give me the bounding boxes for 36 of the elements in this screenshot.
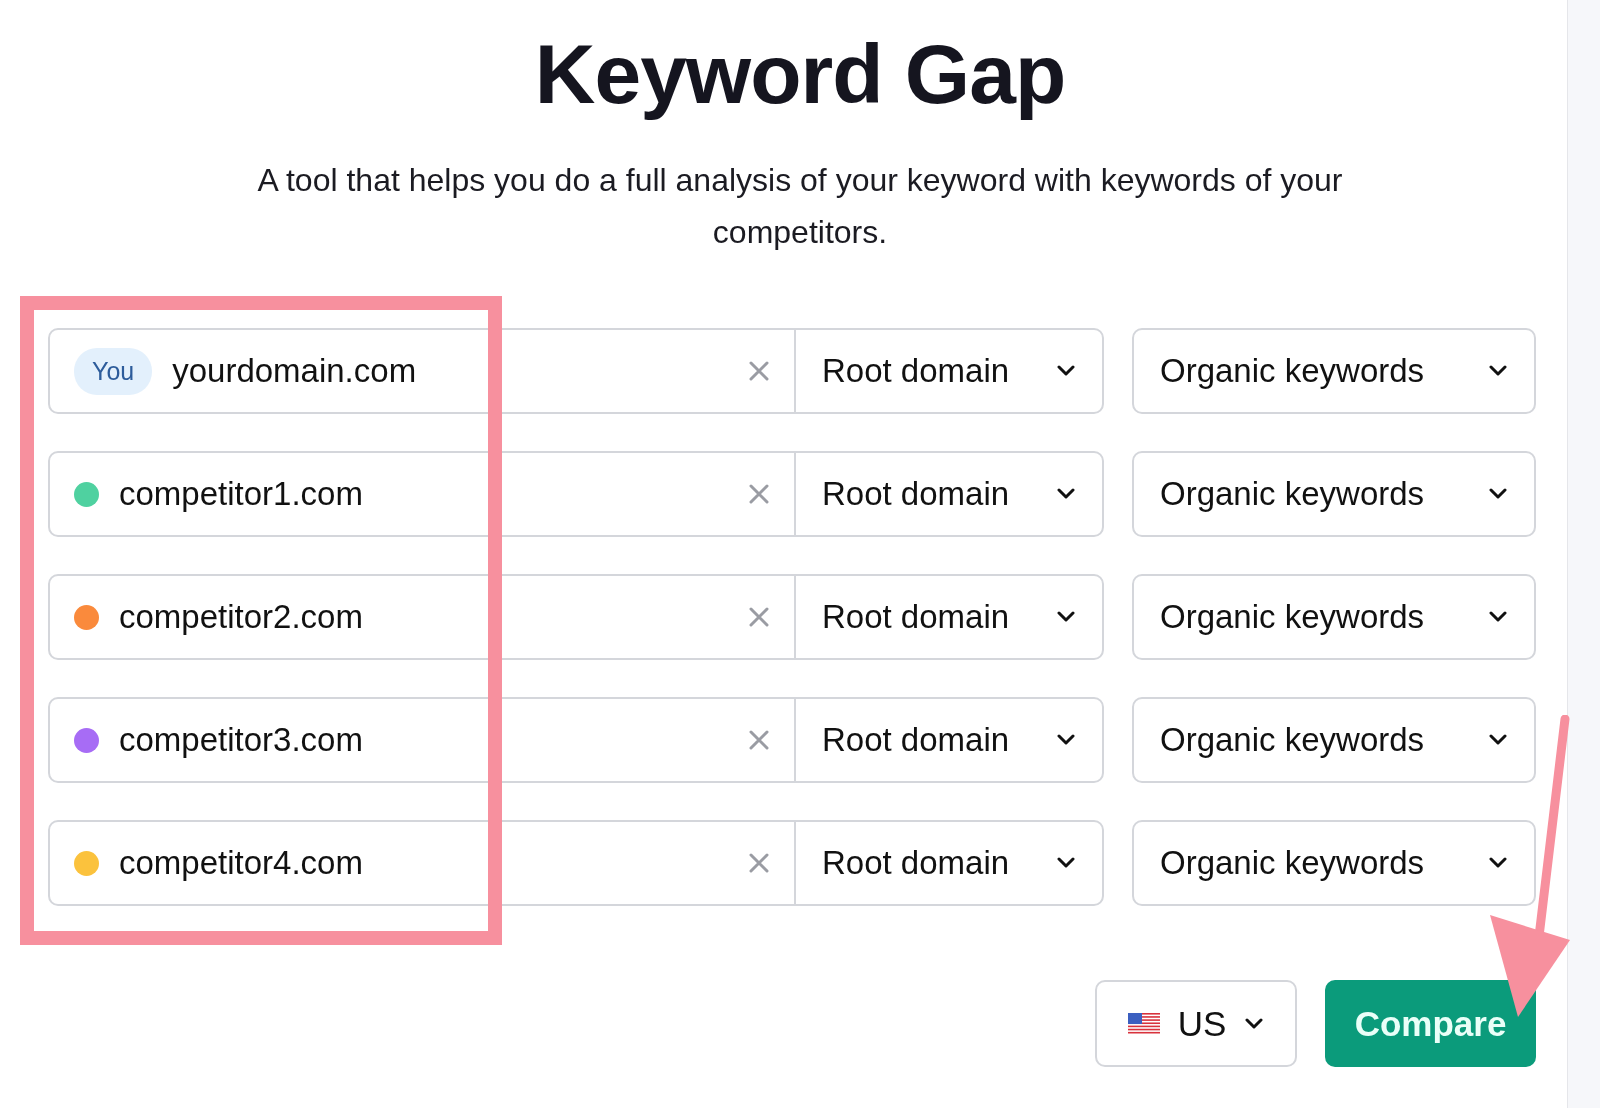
keyword-type-dropdown[interactable]: Organic keywords [1132,697,1536,783]
domain-input[interactable]: competitor1.com [119,475,728,513]
page-title: Keyword Gap [534,26,1066,123]
chevron-down-icon [1056,611,1076,623]
close-icon[interactable] [748,606,770,628]
you-badge: You [74,347,153,395]
close-icon[interactable] [748,852,770,874]
keyword-type-dropdown[interactable]: Organic keywords [1132,451,1536,537]
domain-input[interactable]: competitor3.com [119,721,728,759]
domain-input[interactable]: competitor2.com [119,598,728,636]
chevron-down-icon [1056,857,1076,869]
keyword-type-dropdown[interactable]: Organic keywords [1132,328,1536,414]
scope-dropdown[interactable]: Root domain [796,699,1102,781]
scope-dropdown[interactable]: Root domain [796,576,1102,658]
scope-dropdown[interactable]: Root domain [796,453,1102,535]
close-icon[interactable] [748,483,770,505]
domain-input[interactable]: yourdomain.com [172,352,728,390]
scope-dropdown[interactable]: Root domain [796,330,1102,412]
scope-dropdown[interactable]: Root domain [796,822,1102,904]
country-dropdown[interactable]: US [1095,980,1297,1067]
keyword-type-dropdown[interactable]: Organic keywords [1132,820,1536,906]
chevron-down-icon [1488,857,1508,869]
chevron-down-icon [1488,734,1508,746]
chevron-down-icon [1488,365,1508,377]
chevron-down-icon [1488,488,1508,500]
page-description: A tool that helps you do a full analysis of your keyword with keywords of your competitors. [256,161,1344,252]
chevron-down-icon [1056,488,1076,500]
chevron-down-icon [1056,365,1076,377]
domain-input[interactable]: competitor4.com [119,844,728,882]
keyword-type-dropdown[interactable]: Organic keywords [1132,574,1536,660]
chevron-down-icon [1244,1017,1265,1030]
chevron-down-icon [1056,734,1076,746]
close-icon[interactable] [748,729,770,751]
close-icon[interactable] [748,360,770,382]
chevron-down-icon [1488,611,1508,623]
flag-icon [1127,1012,1160,1035]
